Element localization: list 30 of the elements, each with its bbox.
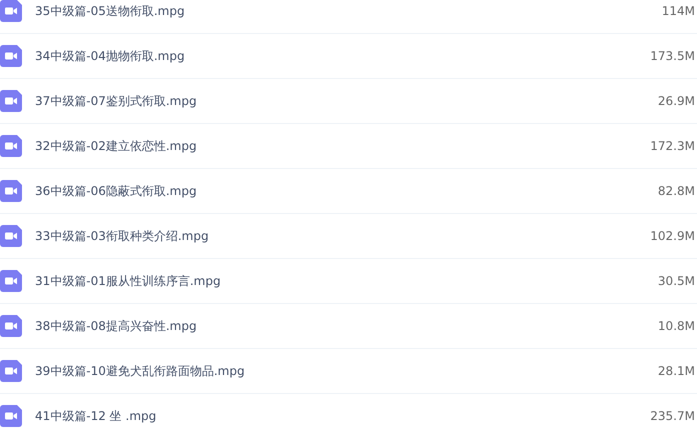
file-row[interactable]: 33中级篇-03衔取种类介绍.mpg 102.9M	[0, 214, 697, 259]
file-name: 38中级篇-08提高兴奋性.mpg	[35, 318, 198, 334]
file-size: 10.8M	[658, 319, 696, 333]
file-name: 33中级篇-03衔取种类介绍.mpg	[35, 228, 210, 244]
file-size: 82.8M	[658, 184, 696, 198]
file-size: 173.5M	[650, 49, 696, 63]
file-name: 36中级篇-06隐蔽式衔取.mpg	[35, 182, 198, 200]
file-name: 31中级篇-01服从性训练序言.mpg	[35, 272, 222, 290]
file-row[interactable]: 39中级篇-10避免犬乱衔路面物品.mpg 28.1M	[0, 349, 697, 394]
file-size: 114M	[662, 4, 696, 18]
file-name: 41中级篇-12 坐 .mpg	[35, 408, 158, 424]
file-name: 34中级篇-04抛物衔取.mpg	[35, 48, 186, 64]
file-size: 30.5M	[658, 274, 696, 288]
file-name: 37中级篇-07鉴别式衔取.mpg	[35, 92, 198, 110]
file-size: 28.1M	[658, 364, 696, 378]
file-row[interactable]: 32中级篇-02建立依恋性.mpg 172.3M	[0, 124, 697, 169]
file-name: 32中级篇-02建立依恋性.mpg	[35, 138, 198, 154]
file-row[interactable]: 38中级篇-08提高兴奋性.mpg 10.8M	[0, 304, 697, 349]
file-size: 235.7M	[650, 409, 696, 423]
file-row[interactable]: 34中级篇-04抛物衔取.mpg 173.5M	[0, 34, 697, 79]
file-size: 172.3M	[650, 139, 696, 153]
file-row[interactable]: 37中级篇-07鉴别式衔取.mpg 26.9M	[0, 79, 697, 124]
file-name: 39中级篇-10避免犬乱衔路面物品.mpg	[35, 362, 246, 380]
file-row[interactable]: 41中级篇-12 坐 .mpg 235.7M	[0, 394, 697, 435]
file-row[interactable]: 31中级篇-01服从性训练序言.mpg 30.5M	[0, 259, 697, 304]
file-row[interactable]: 36中级篇-06隐蔽式衔取.mpg 82.8M	[0, 169, 697, 214]
file-row[interactable]: 35中级篇-05送物衔取.mpg 114M	[0, 0, 697, 34]
file-size: 102.9M	[650, 229, 696, 243]
file-size: 26.9M	[658, 94, 696, 108]
file-name: 35中级篇-05送物衔取.mpg	[35, 2, 186, 20]
